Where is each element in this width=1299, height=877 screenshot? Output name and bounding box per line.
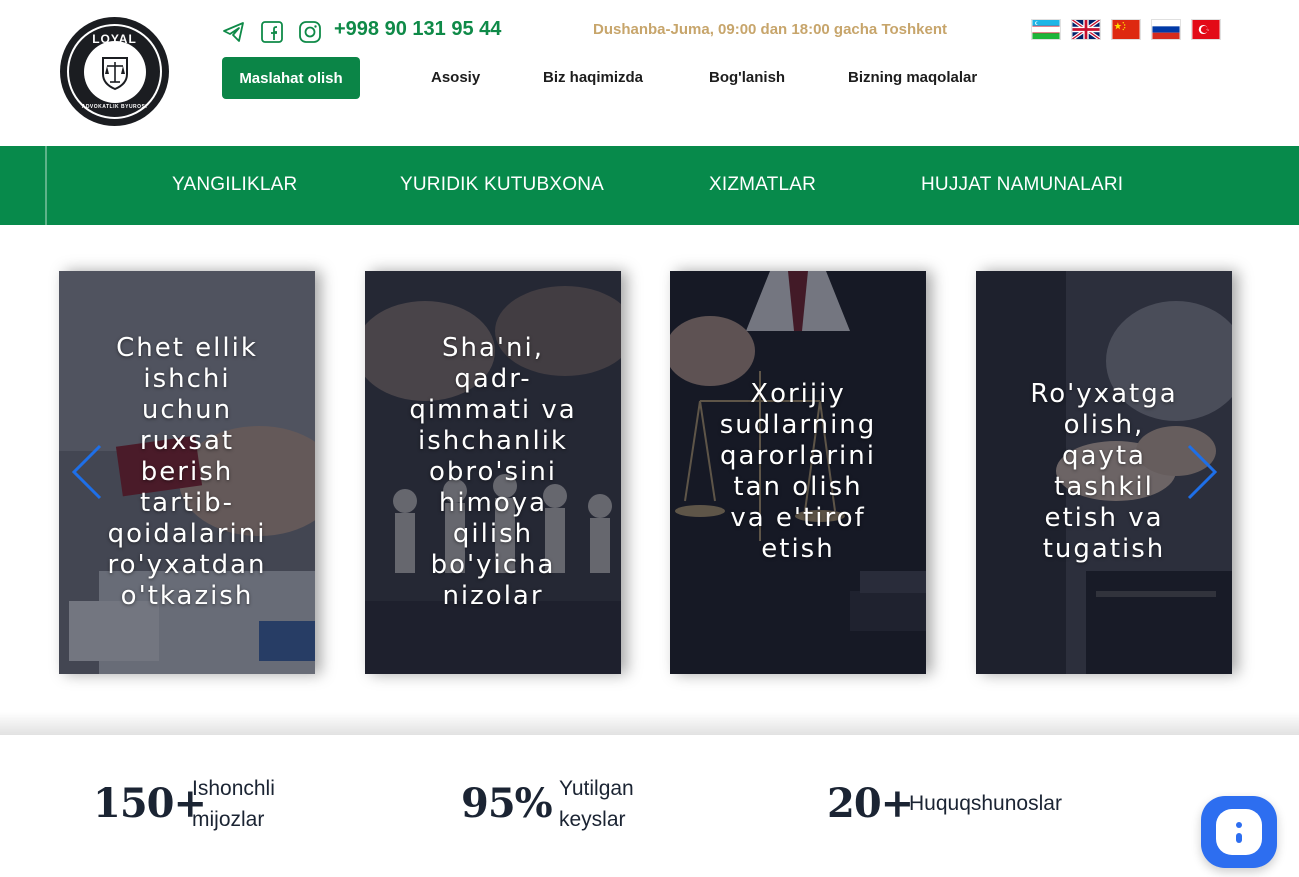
title-line: tan olish xyxy=(733,472,863,502)
title-line: nizolar xyxy=(442,581,544,611)
nav-link-home[interactable]: Asosiy xyxy=(431,69,480,86)
title-line: himoya xyxy=(438,488,548,518)
title-line: Chet ellik xyxy=(116,333,258,363)
stat-label-lawyers: Huquqshunoslar xyxy=(909,788,1062,819)
nav-link-contact[interactable]: Bog'lanish xyxy=(709,69,785,86)
uz-flag-icon[interactable] xyxy=(1031,19,1061,40)
scales-of-justice-icon xyxy=(83,40,146,103)
title-line: ishchi xyxy=(143,364,231,394)
stat-label-line: Yutilgan xyxy=(559,777,634,800)
nav-divider xyxy=(45,146,47,225)
main-nav-document-templates[interactable]: HUJJAT NAMUNALARI xyxy=(921,174,1123,196)
main-nav-services[interactable]: XIZMATLAR xyxy=(709,174,816,196)
title-line: Xorijiy xyxy=(750,379,846,409)
language-switcher xyxy=(1031,19,1221,40)
chevron-left-icon[interactable] xyxy=(70,444,106,500)
logo-top-text: LOYAL xyxy=(92,32,137,46)
title-line: bo'yicha xyxy=(430,550,556,580)
section-shadow xyxy=(0,712,1299,736)
title-line: olish, xyxy=(1063,410,1145,440)
title-line: qadr- xyxy=(454,364,532,394)
title-line: etish va xyxy=(1044,503,1164,533)
logo-ring: LOYAL ADVOKATLIK BYUROSI xyxy=(67,24,162,119)
stat-label-line: mijozlar xyxy=(192,808,265,831)
stat-number-lawyers: 20+ xyxy=(827,780,914,827)
title-line: qoidalarini xyxy=(107,519,267,549)
ru-flag-icon[interactable] xyxy=(1151,19,1181,40)
cn-flag-icon[interactable] xyxy=(1111,19,1141,40)
main-nav: YANGILIKLAR YURIDIK KUTUBXONA XIZMATLAR … xyxy=(0,146,1299,225)
card-title: Sha'ni, qadr- qimmati va ishchanlik obro… xyxy=(375,333,611,612)
nav-link-articles[interactable]: Bizning maqolalar xyxy=(848,69,977,86)
chevron-right-icon[interactable] xyxy=(1183,444,1219,500)
title-line: ro'yxatdan xyxy=(107,550,267,580)
stat-label-line: Ishonchli xyxy=(192,777,275,800)
gb-flag-icon[interactable] xyxy=(1071,19,1101,40)
title-line: sudlarning xyxy=(719,410,877,440)
phone-number[interactable]: +998 90 131 95 44 xyxy=(334,18,501,41)
site-header: LOYAL ADVOKATLIK BYUROSI +998 90 131 95 … xyxy=(0,0,1299,146)
nav-link-about[interactable]: Biz haqimizda xyxy=(543,69,643,86)
main-nav-library[interactable]: YURIDIK KUTUBXONA xyxy=(400,174,604,196)
chat-bubble-icon[interactable] xyxy=(1201,796,1277,868)
main-nav-news[interactable]: YANGILIKLAR xyxy=(172,174,297,196)
tr-flag-icon[interactable] xyxy=(1191,19,1221,40)
stat-label-clients: Ishonchli mijozlar xyxy=(192,773,275,835)
title-line: qimmati va xyxy=(409,395,577,425)
stat-number-clients: 150+ xyxy=(93,780,207,827)
services-carousel: Chet ellik ishchi uchun ruxsat berish ta… xyxy=(59,271,1232,674)
telegram-icon[interactable] xyxy=(222,20,246,44)
title-line: obro'sini xyxy=(428,457,558,487)
title-line: qarorlarini xyxy=(720,441,876,471)
working-hours: Dushanba-Juma, 09:00 dan 18:00 gacha Tos… xyxy=(593,21,948,38)
title-line: uchun xyxy=(141,395,233,425)
title-line: etish xyxy=(761,534,835,564)
title-line: va e'tirof xyxy=(730,503,866,533)
title-line: Sha'ni, xyxy=(441,333,545,363)
logo[interactable]: LOYAL ADVOKATLIK BYUROSI xyxy=(60,17,169,126)
stat-label-line: keyslar xyxy=(559,808,626,831)
chat-dot xyxy=(1236,821,1242,828)
chat-icon-inner xyxy=(1216,809,1262,855)
title-line: o'tkazish xyxy=(120,581,254,611)
carousel-card[interactable]: Xorijiy sudlarning qarorlarini tan olish… xyxy=(670,271,926,674)
chat-dash xyxy=(1236,832,1242,843)
stat-label-cases: Yutilgan keyslar xyxy=(559,773,634,835)
logo-bottom-text: ADVOKATLIK BYUROSI xyxy=(81,104,148,110)
title-line: Ro'yxatga xyxy=(1030,379,1178,409)
stat-label-line: Huquqshunoslar xyxy=(909,792,1062,815)
carousel-card[interactable]: Sha'ni, qadr- qimmati va ishchanlik obro… xyxy=(365,271,621,674)
consultation-button[interactable]: Maslahat olish xyxy=(222,57,360,99)
stat-number-cases: 95% xyxy=(461,780,553,827)
title-line: tugatish xyxy=(1042,534,1166,564)
facebook-icon[interactable] xyxy=(260,20,284,44)
stats-section: 150+ Ishonchli mijozlar 95% Yutilgan key… xyxy=(0,734,1299,877)
title-line: ishchanlik xyxy=(418,426,568,456)
title-line: qilish xyxy=(452,519,534,549)
instagram-icon[interactable] xyxy=(298,20,322,44)
card-title: Xorijiy sudlarning qarorlarini tan olish… xyxy=(680,379,916,565)
